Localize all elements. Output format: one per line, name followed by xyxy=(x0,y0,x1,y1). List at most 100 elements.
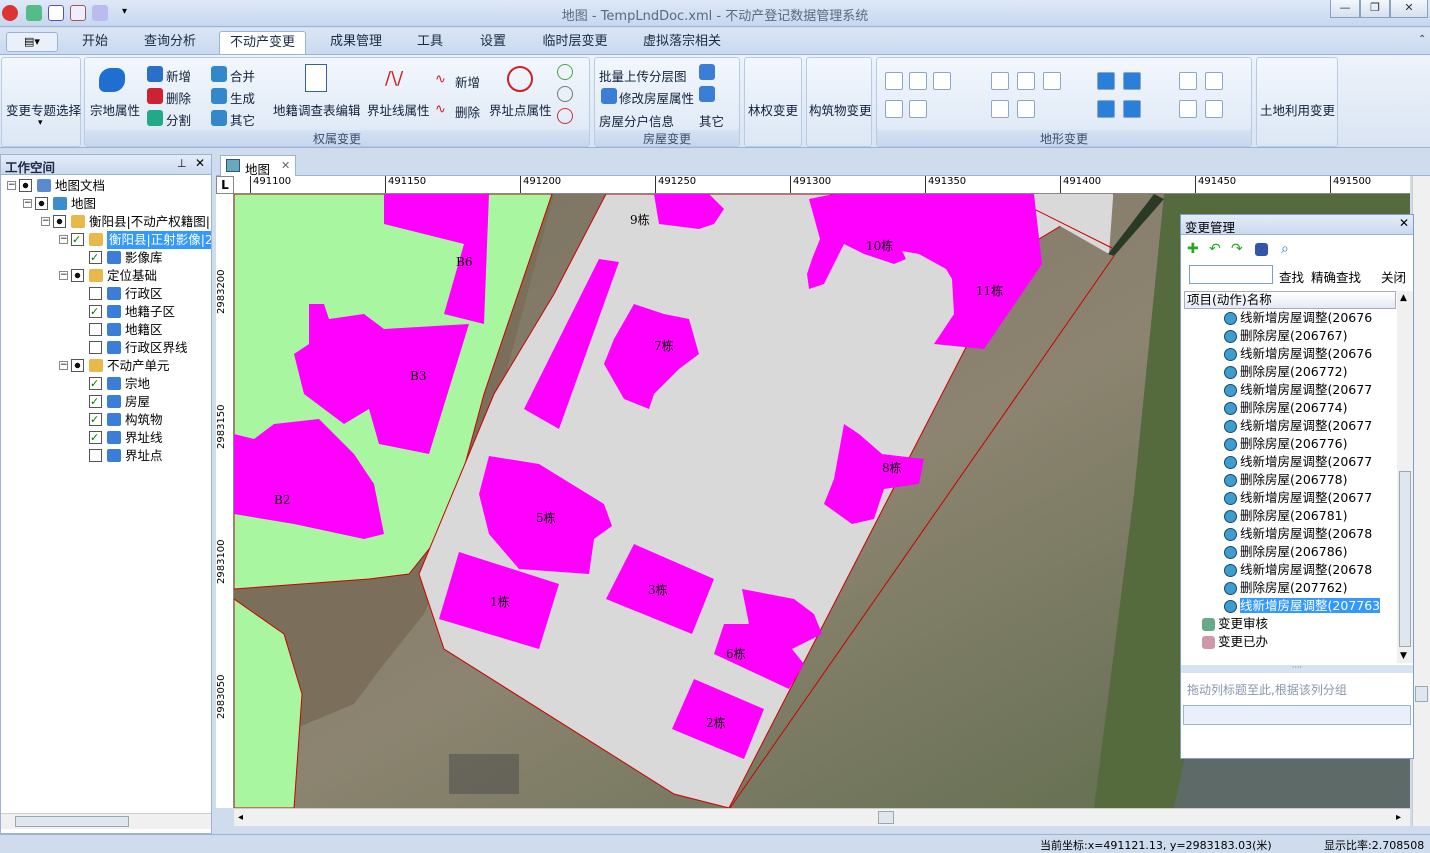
terrain-line-icon[interactable] xyxy=(1043,72,1061,90)
terrain-text-icon[interactable] xyxy=(1205,100,1223,118)
close-button[interactable]: ✕ xyxy=(1390,0,1428,18)
tab-tools[interactable]: 工具 xyxy=(405,31,455,54)
tab-map[interactable]: 地图 ✕ xyxy=(220,155,296,177)
bl-add-button[interactable]: 新增 xyxy=(455,72,480,91)
change-item[interactable]: 删除房屋(206781) xyxy=(1184,507,1396,525)
tab-virtual[interactable]: 虚拟落宗相关 xyxy=(632,31,732,54)
house-other-button[interactable]: 其它 xyxy=(699,111,724,130)
collapse-icon[interactable]: − xyxy=(59,361,68,370)
structure-change-button[interactable]: 构筑物变更 xyxy=(809,100,872,119)
layer-checkbox[interactable] xyxy=(19,179,32,192)
tree-item[interactable]: ✓ 影像库 xyxy=(1,249,211,267)
tab-realty-change[interactable]: 不动产变更 xyxy=(219,31,306,54)
search-icon[interactable]: ⌕ xyxy=(1281,241,1297,257)
bl-delete-button[interactable]: 删除 xyxy=(455,102,480,121)
terrain-tool-icon[interactable] xyxy=(885,72,903,90)
layer-checkbox[interactable]: ✓ xyxy=(89,413,102,426)
other-button[interactable]: 其它 xyxy=(230,110,255,129)
forest-change-button[interactable]: 林权变更 xyxy=(748,100,798,119)
map-hscrollbar[interactable]: ◂ ▸ xyxy=(234,808,1410,826)
tab-settings[interactable]: 设置 xyxy=(468,31,518,54)
change-item[interactable]: 删除房屋(206778) xyxy=(1184,471,1396,489)
change-item[interactable]: 线新增房屋调整(20677 xyxy=(1184,489,1396,507)
terrain-tool-icon[interactable] xyxy=(909,100,927,118)
close-panel-icon[interactable]: ✕ xyxy=(1399,216,1409,230)
tree-item[interactable]: − 定位基础 xyxy=(1,267,211,285)
land-use-change-button[interactable]: 土地利用变更 xyxy=(1260,100,1335,119)
change-item[interactable]: 线新增房屋调整(20676 xyxy=(1184,345,1396,363)
point-add-icon[interactable] xyxy=(557,64,573,80)
close-tab-icon[interactable]: ✕ xyxy=(281,159,290,172)
tree-item[interactable]: − 衡阳县|不动产权籍图| xyxy=(1,213,211,231)
collapse-icon[interactable]: − xyxy=(59,235,68,244)
change-item[interactable]: 删除房屋(206776) xyxy=(1184,435,1396,453)
layer-checkbox[interactable] xyxy=(71,359,84,372)
group-bar[interactable] xyxy=(1183,705,1411,725)
collapse-icon[interactable]: − xyxy=(23,199,32,208)
tree-item[interactable]: ✓ 界址线 xyxy=(1,429,211,447)
change-item[interactable]: 线新增房屋调整(207763 xyxy=(1184,597,1396,615)
undo-icon[interactable]: ↶ xyxy=(1209,241,1225,257)
change-item[interactable]: 线新增房屋调整(20678 xyxy=(1184,561,1396,579)
change-item[interactable]: 线新增房屋调整(20677 xyxy=(1184,417,1396,435)
scroll-thumb[interactable] xyxy=(1399,471,1411,647)
change-item[interactable]: 删除房屋(207762) xyxy=(1184,579,1396,597)
boundary-line-attr-button[interactable]: 界址线属性 xyxy=(367,100,430,119)
change-item[interactable]: 删除房屋(206772) xyxy=(1184,363,1396,381)
tree-item[interactable]: 界址点 xyxy=(1,447,211,465)
layer-checkbox[interactable] xyxy=(53,215,66,228)
add-icon[interactable]: ✚ xyxy=(1187,241,1203,257)
close-panel-icon[interactable]: ✕ xyxy=(195,156,205,170)
maximize-button[interactable]: ❐ xyxy=(1360,0,1390,18)
pin-icon[interactable]: ⊥ xyxy=(177,157,187,170)
house-delete-icon[interactable] xyxy=(699,86,715,102)
terrain-area-icon[interactable] xyxy=(1097,100,1115,118)
close-find-button[interactable]: 关闭 xyxy=(1381,267,1406,286)
scroll-up-icon[interactable]: ▲ xyxy=(1400,293,1407,303)
change-item[interactable]: 删除房屋(206767) xyxy=(1184,327,1396,345)
terrain-line-icon[interactable] xyxy=(991,100,1009,118)
layer-checkbox[interactable] xyxy=(89,449,102,462)
terrain-line-icon[interactable] xyxy=(991,72,1009,90)
change-topic-button[interactable]: 变更专题选择 xyxy=(6,100,81,119)
scroll-left-icon[interactable]: ◂ xyxy=(238,812,243,823)
collapse-ribbon-icon[interactable]: ⌃ xyxy=(1418,34,1426,45)
house-icon[interactable] xyxy=(699,64,715,80)
change-item[interactable]: 线新增房屋调整(20677 xyxy=(1184,453,1396,471)
layer-checkbox[interactable] xyxy=(89,287,102,300)
minimize-button[interactable]: — xyxy=(1330,0,1360,18)
layer-checkbox[interactable] xyxy=(71,269,84,282)
parcel-attr-button[interactable]: 宗地属性 xyxy=(90,100,140,119)
terrain-area-icon[interactable] xyxy=(1123,72,1141,90)
boundary-point-attr-button[interactable]: 界址点属性 xyxy=(489,100,552,119)
change-item[interactable]: 删除房屋(206786) xyxy=(1184,543,1396,561)
terrain-tool-icon[interactable] xyxy=(933,72,951,90)
save-icon[interactable] xyxy=(1255,243,1268,256)
scroll-down-icon[interactable]: ▼ xyxy=(1400,651,1407,661)
layer-checkbox[interactable] xyxy=(89,323,102,336)
layer-checkbox[interactable]: ✓ xyxy=(89,431,102,444)
search-input[interactable] xyxy=(1189,265,1273,284)
collapse-icon[interactable]: − xyxy=(41,217,50,226)
cm-vscrollbar[interactable]: ▲ ▼ xyxy=(1397,291,1413,663)
tab-results[interactable]: 成果管理 xyxy=(320,31,392,54)
generate-button[interactable]: 生成 xyxy=(230,88,255,107)
change-group-review[interactable]: 变更审核 xyxy=(1184,615,1396,633)
scroll-thumb[interactable] xyxy=(15,816,129,827)
layer-checkbox[interactable]: ✓ xyxy=(89,305,102,318)
tree-item[interactable]: ✓ 地籍子区 xyxy=(1,303,211,321)
change-item[interactable]: 线新增房屋调整(20678 xyxy=(1184,525,1396,543)
terrain-text-icon[interactable] xyxy=(1205,72,1223,90)
splitter[interactable]: ···· xyxy=(1181,664,1413,673)
layer-checkbox[interactable]: ✓ xyxy=(89,377,102,390)
layer-checkbox[interactable]: ✓ xyxy=(89,251,102,264)
scroll-right-icon[interactable]: ▸ xyxy=(1396,812,1401,823)
scroll-thumb[interactable] xyxy=(1415,686,1428,702)
redo-icon[interactable]: ↷ xyxy=(1231,241,1247,257)
layer-checkbox[interactable]: ✓ xyxy=(89,395,102,408)
tab-query[interactable]: 查询分析 xyxy=(134,31,206,54)
tree-item[interactable]: 行政区界线 xyxy=(1,339,211,357)
tab-temp-layer[interactable]: 临时层变更 xyxy=(532,31,618,54)
terrain-area-icon[interactable] xyxy=(1097,72,1115,90)
scroll-thumb[interactable] xyxy=(878,811,894,824)
